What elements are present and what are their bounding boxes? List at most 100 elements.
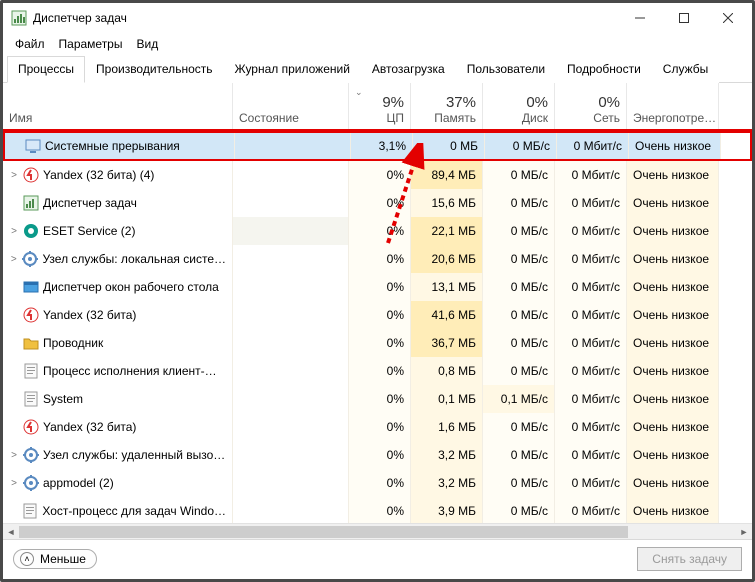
fewer-details-button[interactable]: ˄ Меньше: [13, 549, 97, 569]
table-body[interactable]: Системные прерывания3,1%0 МБ0 МБ/с0 Мбит…: [3, 131, 752, 523]
cell-network: 0 Мбит/с: [555, 329, 627, 357]
column-header-disk[interactable]: 0%Диск: [483, 83, 555, 129]
table-row[interactable]: Yandex (32 бита)0%1,6 МБ0 МБ/с0 Мбит/сОч…: [3, 413, 752, 441]
cell-disk: 0 МБ/с: [483, 441, 555, 469]
fewer-details-label: Меньше: [40, 552, 86, 566]
table-row[interactable]: Проводник0%36,7 МБ0 МБ/с0 Мбит/сОчень ни…: [3, 329, 752, 357]
cell-cpu: 0%: [349, 245, 411, 273]
scroll-right-icon[interactable]: ►: [736, 524, 752, 540]
cell-name: System: [3, 385, 233, 413]
column-header-network[interactable]: 0%Сеть: [555, 83, 627, 129]
cell-disk: 0 МБ/с: [483, 301, 555, 329]
menu-file[interactable]: Файл: [9, 35, 51, 53]
column-header-cpu[interactable]: ⌄9%ЦП: [349, 83, 411, 129]
cell-name: Системные прерывания: [5, 133, 235, 159]
expand-icon[interactable]: >: [9, 478, 19, 489]
maximize-button[interactable]: [662, 4, 706, 32]
cell-name: Диспетчер окон рабочего стола: [3, 273, 233, 301]
tab-services[interactable]: Службы: [652, 56, 719, 83]
cell-memory: 41,6 МБ: [411, 301, 483, 329]
process-name: Диспетчер задач: [43, 196, 137, 210]
cell-network: 0 Мбит/с: [555, 469, 627, 497]
cell-disk: 0 МБ/с: [483, 497, 555, 523]
tabs: Процессы Производительность Журнал прило…: [3, 55, 752, 83]
table-row[interactable]: >Yandex (32 бита) (4)0%89,4 МБ0 МБ/с0 Мб…: [3, 161, 752, 189]
expand-icon[interactable]: >: [9, 450, 19, 461]
table-row[interactable]: System0%0,1 МБ0,1 МБ/с0 Мбит/сОчень низк…: [3, 385, 752, 413]
cell-cpu: 0%: [349, 189, 411, 217]
column-header-name[interactable]: Имя: [3, 83, 233, 129]
process-icon: [23, 195, 39, 211]
cell-disk: 0 МБ/с: [483, 413, 555, 441]
menu-options[interactable]: Параметры: [53, 35, 129, 53]
cell-disk: 0 МБ/с: [483, 273, 555, 301]
cell-status: [233, 273, 349, 301]
table-row[interactable]: Системные прерывания3,1%0 МБ0 МБ/с0 Мбит…: [3, 131, 752, 161]
cell-status: [233, 217, 349, 245]
cell-name: Хост-процесс для задач Windo…: [3, 497, 233, 523]
tab-startup[interactable]: Автозагрузка: [361, 56, 456, 83]
table-row[interactable]: >Узел службы: локальная систе…0%20,6 МБ0…: [3, 245, 752, 273]
cell-name: >ESET Service (2): [3, 217, 233, 245]
cell-name: Yandex (32 бита): [3, 301, 233, 329]
cell-status: [233, 301, 349, 329]
cell-network: 0 Мбит/с: [555, 245, 627, 273]
table-row[interactable]: Yandex (32 бита)0%41,6 МБ0 МБ/с0 Мбит/сО…: [3, 301, 752, 329]
close-button[interactable]: [706, 4, 750, 32]
column-header-energy[interactable]: Энергопотре…: [627, 83, 719, 129]
cell-memory: 3,9 МБ: [411, 497, 483, 523]
expand-icon[interactable]: >: [9, 226, 19, 237]
cell-energy: Очень низкое: [627, 329, 719, 357]
cell-energy: Очень низкое: [627, 441, 719, 469]
titlebar: Диспетчер задач: [3, 3, 752, 33]
cell-status: [233, 385, 349, 413]
column-header-status[interactable]: Состояние: [233, 83, 349, 129]
tab-users[interactable]: Пользователи: [456, 56, 556, 83]
process-name: Yandex (32 бита): [43, 308, 136, 322]
cell-status: [233, 161, 349, 189]
table-row[interactable]: >ESET Service (2)0%22,1 МБ0 МБ/с0 Мбит/с…: [3, 217, 752, 245]
expand-icon[interactable]: >: [9, 170, 19, 181]
expand-icon[interactable]: >: [9, 254, 18, 265]
process-table: Имя Состояние ⌄9%ЦП 37%Память 0%Диск 0%С…: [3, 83, 752, 539]
table-row[interactable]: >Узел службы: удаленный вызо…0%3,2 МБ0 М…: [3, 441, 752, 469]
menu-view[interactable]: Вид: [130, 35, 164, 53]
table-row[interactable]: Диспетчер задач0%15,6 МБ0 МБ/с0 Мбит/сОч…: [3, 189, 752, 217]
table-row[interactable]: Диспетчер окон рабочего стола0%13,1 МБ0 …: [3, 273, 752, 301]
cell-memory: 3,2 МБ: [411, 441, 483, 469]
tab-app-history[interactable]: Журнал приложений: [224, 56, 361, 83]
cell-memory: 1,6 МБ: [411, 413, 483, 441]
table-row[interactable]: >appmodel (2)0%3,2 МБ0 МБ/с0 Мбит/сОчень…: [3, 469, 752, 497]
cell-status: [233, 497, 349, 523]
cell-status: [233, 329, 349, 357]
cell-memory: 89,4 МБ: [411, 161, 483, 189]
window-title: Диспетчер задач: [33, 11, 127, 25]
table-row[interactable]: Процесс исполнения клиент-…0%0,8 МБ0 МБ/…: [3, 357, 752, 385]
column-header-memory[interactable]: 37%Память: [411, 83, 483, 129]
process-icon: [22, 251, 38, 267]
process-icon: [23, 391, 39, 407]
cell-cpu: 0%: [349, 413, 411, 441]
cell-status: [233, 245, 349, 273]
cell-memory: 22,1 МБ: [411, 217, 483, 245]
table-row[interactable]: Хост-процесс для задач Windo… 0%3,9 МБ0 М…: [3, 497, 752, 523]
horizontal-scrollbar[interactable]: ◄ ►: [3, 523, 752, 539]
cell-cpu: 0%: [349, 469, 411, 497]
tab-performance[interactable]: Производительность: [85, 56, 223, 83]
cell-memory: 0,1 МБ: [411, 385, 483, 413]
menubar: Файл Параметры Вид: [3, 33, 752, 55]
cell-cpu: 0%: [349, 301, 411, 329]
cell-cpu: 0%: [349, 161, 411, 189]
cell-energy: Очень низкое: [627, 413, 719, 441]
minimize-button[interactable]: [618, 4, 662, 32]
tab-processes[interactable]: Процессы: [7, 56, 85, 83]
scroll-left-icon[interactable]: ◄: [3, 524, 19, 540]
cell-name: > appmodel (2): [3, 469, 233, 497]
cell-status: [233, 441, 349, 469]
tab-details[interactable]: Подробности: [556, 56, 652, 83]
process-name: appmodel (2): [43, 476, 114, 490]
cell-memory: 36,7 МБ: [411, 329, 483, 357]
end-task-button[interactable]: Снять задачу: [637, 547, 742, 571]
cell-cpu: 0%: [349, 497, 411, 523]
cell-memory: 13,1 МБ: [411, 273, 483, 301]
